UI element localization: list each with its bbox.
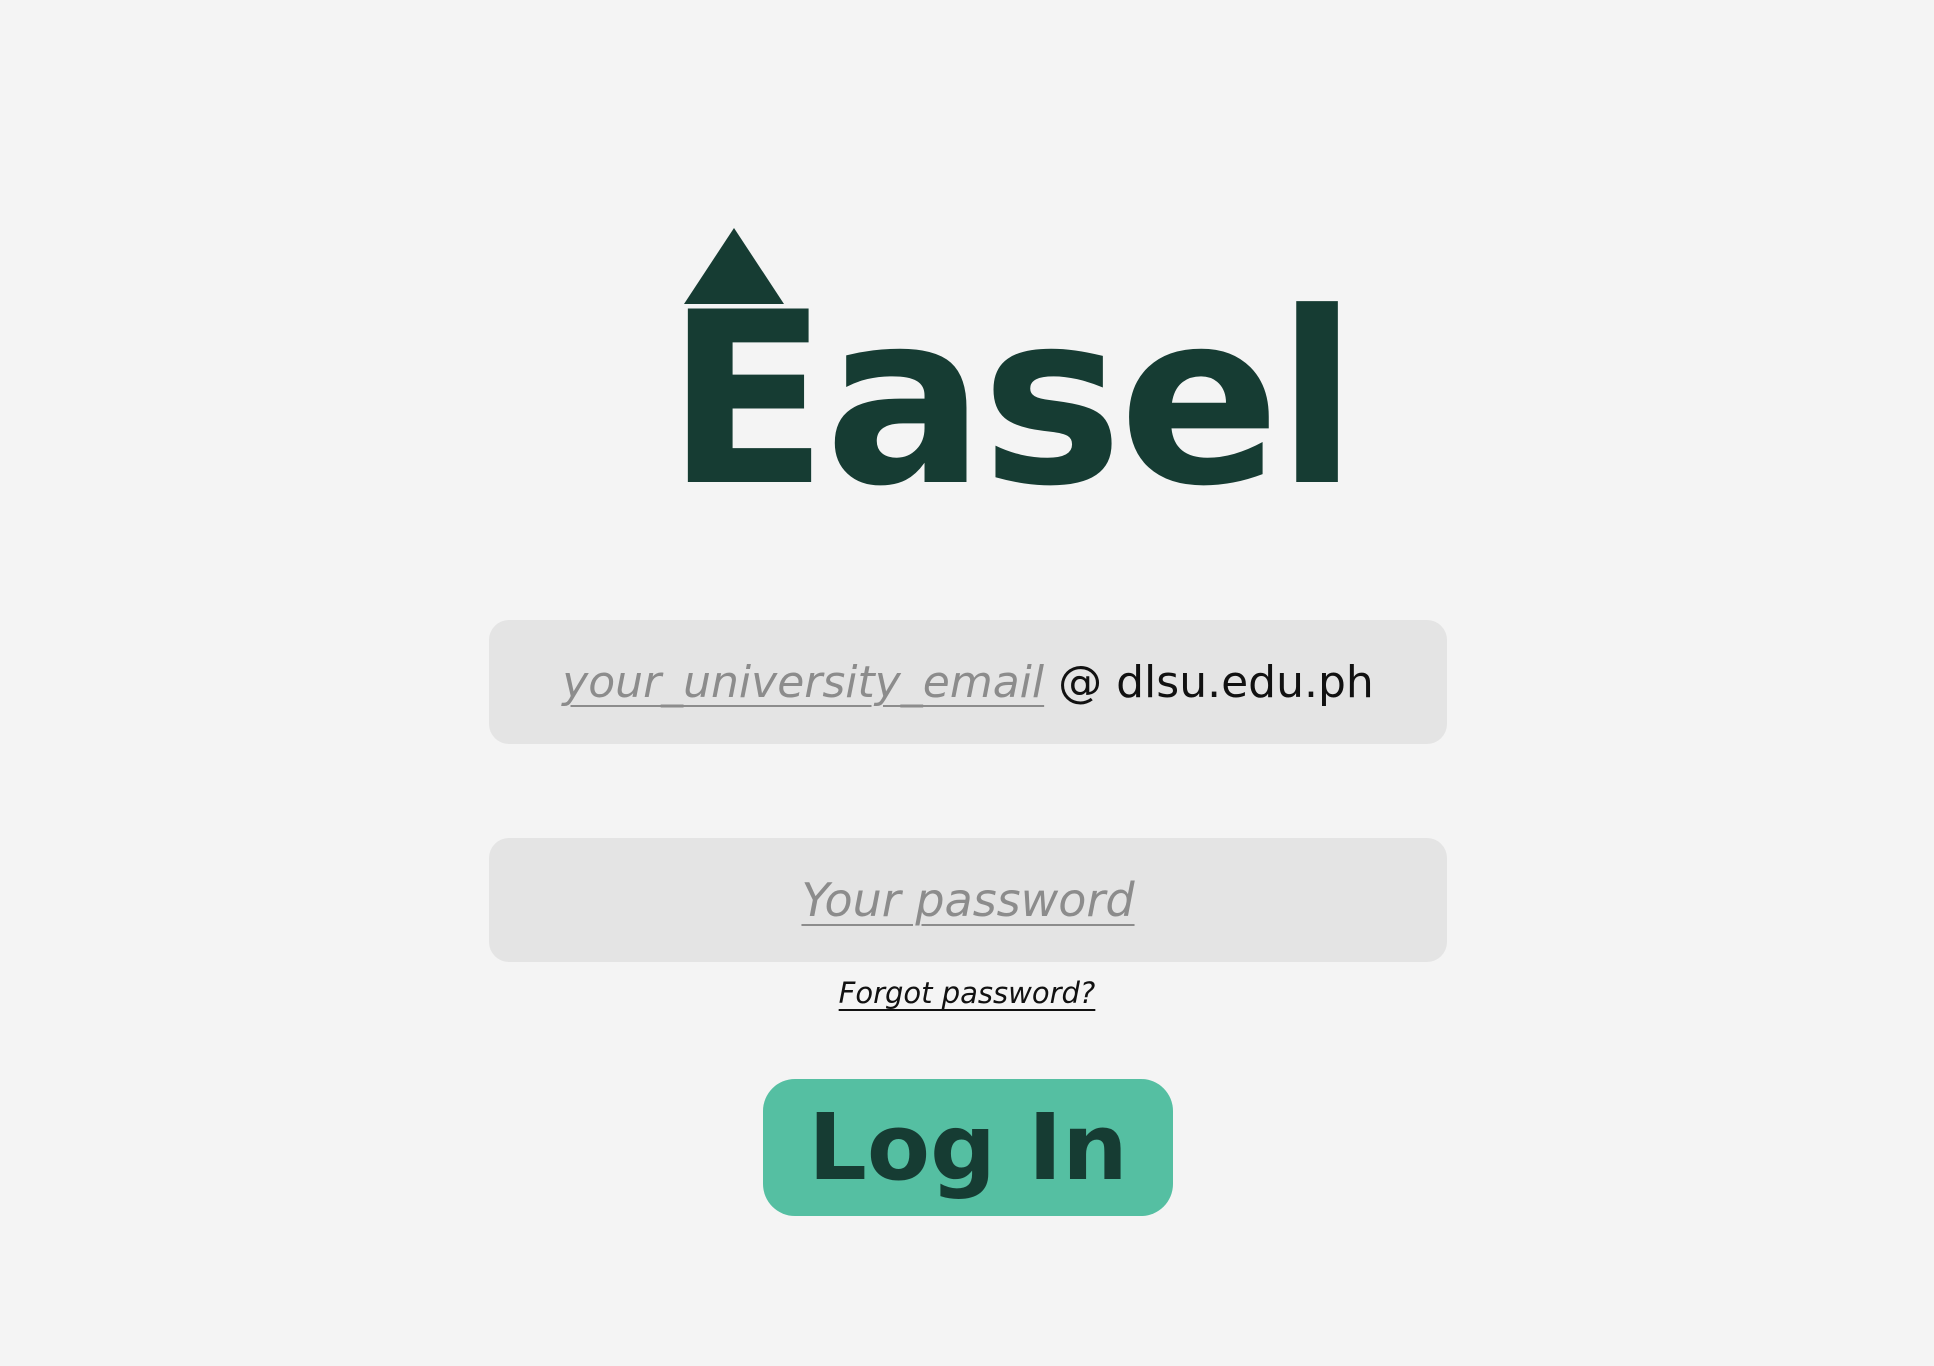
email-domain-suffix: @ dlsu.edu.ph [1058, 656, 1374, 708]
login-button[interactable]: Log In [763, 1079, 1173, 1216]
forgot-password-link[interactable]: Forgot password? [0, 976, 1934, 1010]
password-field[interactable]: Your password [489, 838, 1447, 962]
email-field[interactable]: your_university_email @ dlsu.edu.ph [489, 620, 1447, 744]
password-placeholder[interactable]: Your password [801, 873, 1134, 927]
easel-logo: Easel [666, 226, 1358, 526]
logo-wordmark: Easel [666, 262, 1358, 539]
email-placeholder[interactable]: your_university_email [562, 657, 1044, 708]
